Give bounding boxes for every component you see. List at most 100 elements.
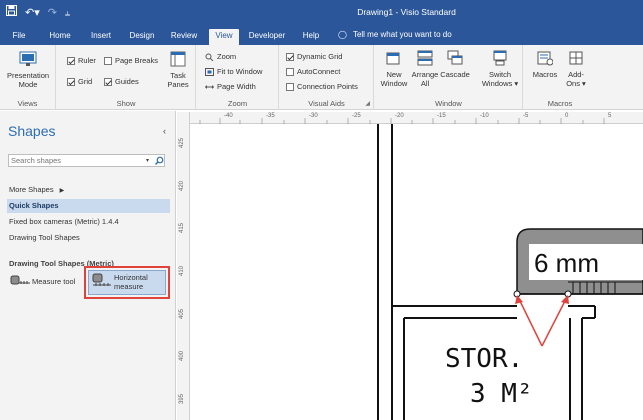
group-label-show: Show bbox=[116, 99, 136, 108]
addons-icon bbox=[562, 50, 590, 68]
tab-insert[interactable]: Insert bbox=[85, 29, 117, 45]
zoom-label: Zoom bbox=[217, 52, 237, 61]
page-width-button[interactable]: Page Width bbox=[205, 82, 256, 91]
master-horizontal-measure[interactable]: Horizontal measure bbox=[84, 266, 170, 299]
stencil-item[interactable]: Fixed box cameras (Metric) 1.4.4 bbox=[0, 215, 176, 229]
ruler-tick-label: -5 bbox=[523, 113, 529, 119]
ruler-tick-label: 400 bbox=[179, 350, 185, 361]
arrange-all-button[interactable]: Arrange All bbox=[411, 50, 439, 88]
zoom-button[interactable]: Zoom bbox=[205, 52, 236, 61]
chevron-down-icon: ▾ bbox=[579, 79, 586, 88]
connection-points-label: Connection Points bbox=[297, 82, 358, 91]
new-window-label: New Window bbox=[380, 70, 408, 88]
stencil-masters: Measure tool Horizontal measure bbox=[8, 266, 173, 299]
presentation-mode-button[interactable]: Presentation Mode bbox=[4, 51, 52, 89]
room-label-line2[interactable]: 3 M² bbox=[470, 379, 533, 409]
horizontal-measure-label: Horizontal measure bbox=[114, 273, 148, 291]
title-bar: ↶▾ ↷ ⫨ Drawing1 - Visio Standard bbox=[0, 0, 643, 26]
lightbulb-icon: ◯ bbox=[338, 30, 347, 39]
search-shapes-box[interactable]: ▾ bbox=[8, 154, 165, 167]
cascade-button[interactable]: Cascade bbox=[439, 50, 471, 79]
chevron-down-icon[interactable]: ▾ bbox=[146, 157, 149, 164]
quick-shapes-item[interactable]: Quick Shapes bbox=[7, 199, 170, 213]
measure-value-text[interactable]: 6 mm bbox=[534, 248, 599, 278]
tell-me-box[interactable]: ◯ Tell me what you want to do bbox=[338, 30, 452, 39]
cascade-icon bbox=[439, 50, 471, 68]
switch-windows-button[interactable]: Switch Windows ▾ bbox=[479, 50, 521, 88]
stencil-item[interactable]: Drawing Tool Shapes bbox=[0, 231, 176, 245]
task-panes-icon bbox=[163, 51, 193, 69]
drawing-svg: 6 mm STOR. 3 M² bbox=[377, 124, 643, 420]
drawing-canvas[interactable]: 6 mm STOR. 3 M² bbox=[190, 124, 643, 420]
window-title: Drawing1 - Visio Standard bbox=[357, 7, 456, 17]
macros-icon bbox=[530, 50, 560, 68]
ribbon: Presentation Mode Views Ruler Page Break… bbox=[0, 45, 643, 110]
search-input[interactable] bbox=[9, 155, 137, 166]
page-breaks-label: Page Breaks bbox=[115, 56, 158, 65]
ruler-tick-label: -20 bbox=[395, 113, 404, 119]
ruler-tick-label: 0 bbox=[565, 113, 569, 119]
group-zoom: Zoom Fit to Window Page Width Zoom bbox=[197, 45, 279, 110]
more-shapes-label: More Shapes bbox=[9, 185, 54, 194]
horizontal-ruler[interactable]: -40 -35 -30 -25 -20 -15 -10 -5 0 5 bbox=[190, 112, 643, 124]
autoconnect-label: AutoConnect bbox=[297, 67, 341, 76]
new-window-icon bbox=[377, 50, 411, 68]
horizontal-measure-icon bbox=[92, 273, 112, 286]
grid-check[interactable] bbox=[67, 77, 75, 86]
ruler-tick-label: 425 bbox=[179, 137, 185, 148]
room-label-line1[interactable]: STOR. bbox=[445, 344, 523, 374]
measure-tool-label: Measure tool bbox=[32, 276, 76, 286]
fit-window-icon bbox=[205, 67, 214, 76]
guides-checkbox[interactable]: Guides bbox=[104, 77, 139, 86]
ruler-tick-label: 5 bbox=[608, 113, 612, 119]
new-window-button[interactable]: New Window bbox=[377, 50, 411, 88]
tab-design[interactable]: Design bbox=[124, 29, 160, 45]
ruler-check[interactable] bbox=[67, 56, 75, 65]
cascade-label: Cascade bbox=[440, 70, 470, 79]
connection-points-check[interactable] bbox=[286, 82, 294, 91]
fit-to-window-button[interactable]: Fit to Window bbox=[205, 67, 262, 76]
tab-developer[interactable]: Developer bbox=[245, 29, 289, 45]
addons-button[interactable]: Add-Ons ▾ bbox=[562, 50, 590, 88]
presentation-mode-label: Presentation Mode bbox=[6, 71, 50, 89]
guides-check[interactable] bbox=[104, 77, 112, 86]
macros-button[interactable]: Macros bbox=[530, 50, 560, 79]
presentation-icon bbox=[4, 51, 52, 69]
page-breaks-checkbox[interactable]: Page Breaks bbox=[104, 56, 158, 65]
task-panes-button[interactable]: Task Panes bbox=[163, 51, 193, 89]
autoconnect-checkbox[interactable]: AutoConnect bbox=[286, 67, 340, 76]
ruler-tick-label: -25 bbox=[352, 113, 361, 119]
autoconnect-check[interactable] bbox=[286, 67, 294, 76]
dialog-launcher-icon[interactable]: ◢ bbox=[365, 100, 370, 107]
macros-label: Macros bbox=[532, 70, 558, 79]
switch-windows-label: Switch Windows bbox=[481, 70, 513, 88]
page-width-label: Page Width bbox=[217, 82, 256, 91]
tab-view[interactable]: View bbox=[209, 29, 239, 45]
fit-to-window-label: Fit to Window bbox=[217, 67, 263, 76]
vertical-ruler[interactable]: 425 420 415 410 405 400 395 bbox=[177, 112, 190, 420]
tab-file[interactable]: File bbox=[6, 29, 32, 45]
ruler-tick-label: 395 bbox=[179, 393, 185, 404]
tab-review[interactable]: Review bbox=[166, 29, 202, 45]
dynamic-grid-checkbox[interactable]: Dynamic Grid bbox=[286, 52, 342, 61]
more-shapes-item[interactable]: More Shapes ▶ bbox=[0, 183, 176, 197]
task-panes-label: Task Panes bbox=[167, 71, 189, 89]
tab-help[interactable]: Help bbox=[296, 29, 326, 45]
ruler-checkbox[interactable]: Ruler bbox=[67, 56, 96, 65]
tab-home[interactable]: Home bbox=[44, 29, 76, 45]
switch-windows-icon bbox=[479, 50, 521, 68]
ruler-tick-label: -40 bbox=[224, 113, 233, 119]
connection-points-checkbox[interactable]: Connection Points bbox=[286, 82, 358, 91]
ruler-tick-label: 410 bbox=[179, 265, 185, 276]
group-label-window: Window bbox=[435, 99, 462, 108]
dynamic-grid-check[interactable] bbox=[286, 52, 294, 61]
group-show: Ruler Page Breaks Grid Guides Task Panes… bbox=[57, 45, 196, 110]
collapse-pane-icon[interactable]: ‹ bbox=[163, 126, 166, 136]
page-breaks-check[interactable] bbox=[104, 56, 112, 65]
search-icon[interactable] bbox=[155, 156, 164, 165]
master-measure-tool[interactable]: Measure tool bbox=[10, 275, 75, 287]
grid-checkbox[interactable]: Grid bbox=[67, 77, 92, 86]
ruler-tick-label: -10 bbox=[480, 113, 489, 119]
arrange-all-label: Arrange All bbox=[411, 70, 439, 88]
group-macros: Macros Add-Ons ▾ Macros bbox=[524, 45, 596, 110]
